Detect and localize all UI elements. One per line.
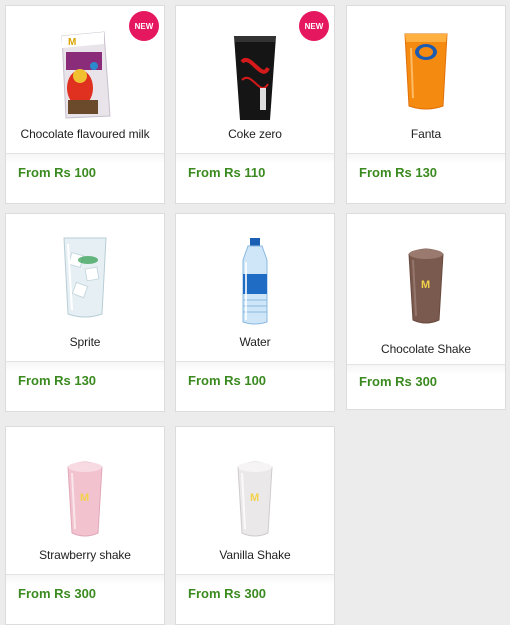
new-badge: NEW xyxy=(299,11,329,41)
chocolate-milk-carton-image: M xyxy=(61,31,111,119)
product-name: Strawberry shake xyxy=(39,548,131,562)
product-card-top: M Vanilla Shake xyxy=(176,427,334,574)
product-card-top: NEW Coke zero xyxy=(176,6,334,153)
product-name: Vanilla Shake xyxy=(219,548,291,562)
strawberry-shake-glass-image: M xyxy=(67,461,103,537)
product-price-area: From Rs 110 xyxy=(176,153,334,203)
product-price-area: From Rs 100 xyxy=(176,361,334,411)
product-price: From Rs 130 xyxy=(359,165,438,180)
product-card-coke-zero[interactable]: NEW Coke zero From Rs 110 xyxy=(175,5,335,204)
product-card-top: NEW M Chocolate flavoured milk xyxy=(6,6,164,153)
product-card-fanta[interactable]: Fanta From Rs 130 xyxy=(346,5,506,204)
product-card-sprite[interactable]: Sprite From Rs 130 xyxy=(5,213,165,412)
product-price-area: From Rs 130 xyxy=(347,153,505,203)
product-price: From Rs 100 xyxy=(188,373,267,388)
product-card-top: Sprite xyxy=(6,214,164,361)
product-price: From Rs 300 xyxy=(188,586,267,601)
carton-logo: M xyxy=(68,37,76,48)
product-name: Sprite xyxy=(69,335,101,349)
product-price: From Rs 110 xyxy=(188,165,266,180)
product-card-chocolate-milk[interactable]: NEW M Chocolate flavoured milk From Rs 1… xyxy=(5,5,165,204)
product-name: Coke zero xyxy=(228,127,282,141)
product-price: From Rs 300 xyxy=(359,374,438,389)
vanilla-shake-glass-image: M xyxy=(237,461,273,537)
product-card-strawberry-shake[interactable]: M Strawberry shake From Rs 300 xyxy=(5,426,165,625)
product-price: From Rs 100 xyxy=(18,165,97,180)
product-price: From Rs 130 xyxy=(18,373,97,388)
product-price: From Rs 300 xyxy=(18,586,97,601)
fanta-glass-image xyxy=(404,33,448,110)
product-name: Chocolate Shake xyxy=(381,342,471,356)
product-name: Water xyxy=(239,335,271,349)
product-card-chocolate-shake[interactable]: M Chocolate Shake From Rs 300 xyxy=(346,213,506,410)
product-card-top: Water xyxy=(176,214,334,361)
sprite-glass-image xyxy=(63,237,107,318)
shake-logo: M xyxy=(421,279,430,291)
product-card-vanilla-shake[interactable]: M Vanilla Shake From Rs 300 xyxy=(175,426,335,625)
new-badge: NEW xyxy=(129,11,159,41)
product-name: Fanta xyxy=(410,127,442,141)
product-card-top: M Strawberry shake xyxy=(6,427,164,574)
chocolate-shake-glass-image: M xyxy=(408,248,444,324)
product-card-top: M Chocolate Shake xyxy=(347,214,505,364)
shake-logo: M xyxy=(80,492,89,504)
product-price-area: From Rs 300 xyxy=(176,574,334,624)
product-card-water[interactable]: Water From Rs 100 xyxy=(175,213,335,412)
coke-zero-cup-image xyxy=(234,36,276,120)
product-name: Chocolate flavoured milk xyxy=(20,127,150,141)
product-price-area: From Rs 130 xyxy=(6,361,164,411)
product-price-area: From Rs 100 xyxy=(6,153,164,203)
product-price-area: From Rs 300 xyxy=(347,364,505,409)
shake-logo: M xyxy=(250,492,259,504)
product-card-top: Fanta xyxy=(347,6,505,153)
product-price-area: From Rs 300 xyxy=(6,574,164,624)
water-bottle-image xyxy=(242,238,268,325)
